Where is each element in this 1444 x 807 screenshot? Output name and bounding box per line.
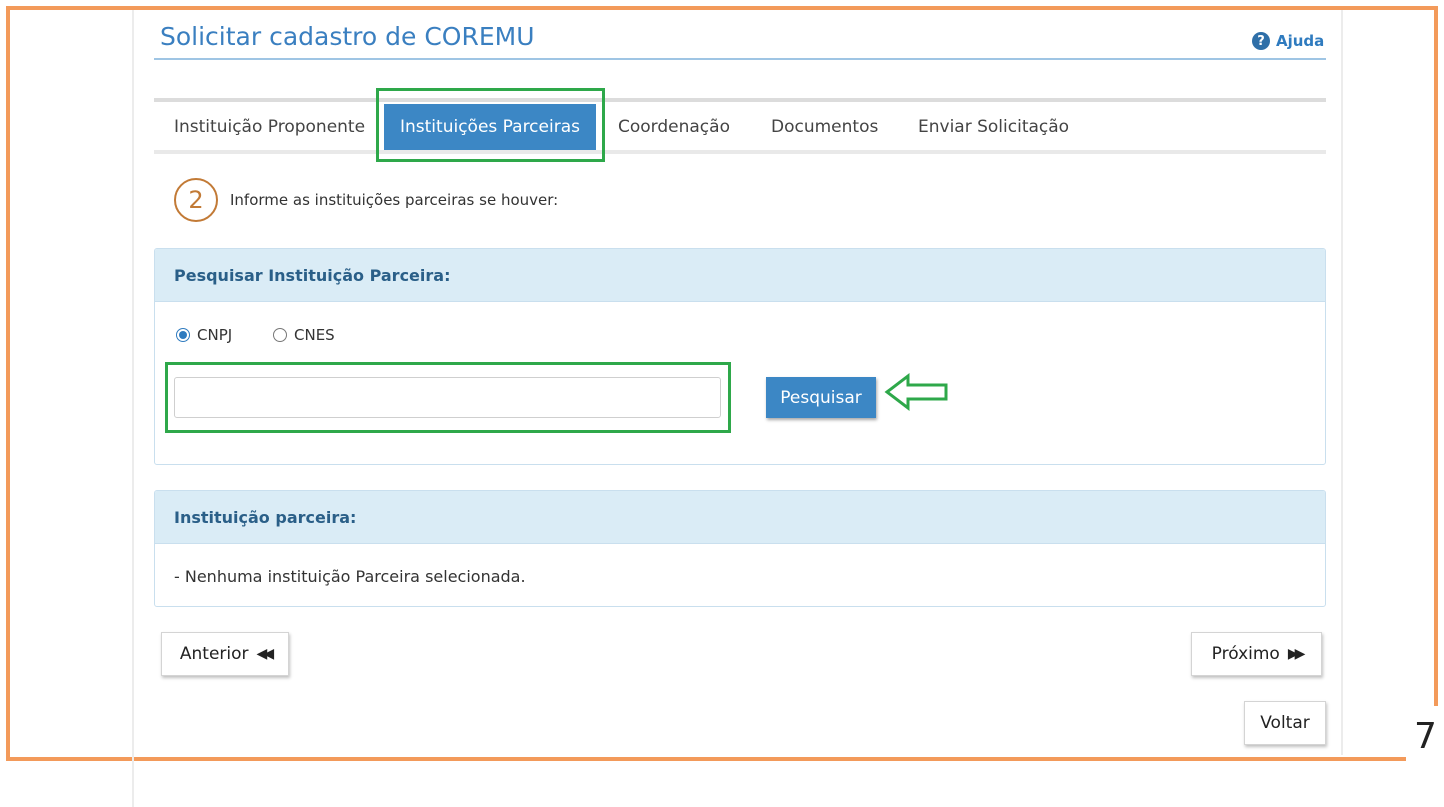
annotation-frame-left xyxy=(6,6,10,761)
search-button[interactable]: Pesquisar xyxy=(766,377,876,418)
annotation-frame-right xyxy=(1434,6,1438,706)
tab-enviar-solicitacao[interactable]: Enviar Solicitação xyxy=(918,104,1069,150)
annotation-frame-bottom xyxy=(6,757,1406,761)
radio-cnpj[interactable]: CNPJ xyxy=(176,326,232,344)
next-button[interactable]: Próximo ▶▶ xyxy=(1191,632,1322,676)
empty-result-text: - Nenhuma instituição Parceira seleciona… xyxy=(174,567,526,586)
next-button-label: Próximo xyxy=(1211,644,1280,664)
step-instruction: Informe as instituições parceiras se hou… xyxy=(230,191,559,209)
back-button[interactable]: Voltar xyxy=(1244,701,1326,745)
help-label: Ajuda xyxy=(1276,32,1325,50)
tab-highlight-box xyxy=(376,88,605,162)
previous-button[interactable]: Anterior ◀◀ xyxy=(161,632,289,676)
title-divider xyxy=(154,58,1326,60)
annotation-frame-top xyxy=(6,6,1438,10)
radio-cnes-label: CNES xyxy=(294,326,335,344)
radio-cnes[interactable]: CNES xyxy=(273,326,335,344)
page-number: 7 xyxy=(1414,716,1437,757)
radio-cnpj-label: CNPJ xyxy=(197,326,233,344)
radio-checked-icon[interactable] xyxy=(176,328,190,342)
radio-unchecked-icon[interactable] xyxy=(273,328,287,342)
tab-documentos[interactable]: Documentos xyxy=(771,104,878,150)
arrow-left-icon xyxy=(884,372,948,412)
search-panel-header: Pesquisar Instituição Parceira: xyxy=(155,249,1325,302)
tab-instituicao-proponente[interactable]: Instituição Proponente xyxy=(174,104,365,150)
content-border-right xyxy=(1341,10,1343,755)
result-panel-header: Instituição parceira: xyxy=(155,491,1325,544)
double-chevron-left-icon: ◀◀ xyxy=(256,646,274,662)
search-input[interactable] xyxy=(174,377,721,418)
page-title: Solicitar cadastro de COREMU xyxy=(160,22,535,51)
content-border-left xyxy=(132,10,134,807)
tabs-bottom-border xyxy=(154,150,1326,154)
search-panel-title: Pesquisar Instituição Parceira: xyxy=(174,266,451,285)
result-panel: Instituição parceira: xyxy=(154,490,1326,607)
double-chevron-right-icon: ▶▶ xyxy=(1287,646,1305,662)
help-link[interactable]: ? Ajuda xyxy=(1252,32,1324,50)
tabs-top-border xyxy=(154,98,1326,102)
tab-coordenacao[interactable]: Coordenação xyxy=(618,104,730,150)
previous-button-label: Anterior xyxy=(179,644,249,664)
question-icon: ? xyxy=(1252,32,1270,50)
step-number-badge: 2 xyxy=(174,178,218,222)
result-panel-title: Instituição parceira: xyxy=(174,508,357,527)
